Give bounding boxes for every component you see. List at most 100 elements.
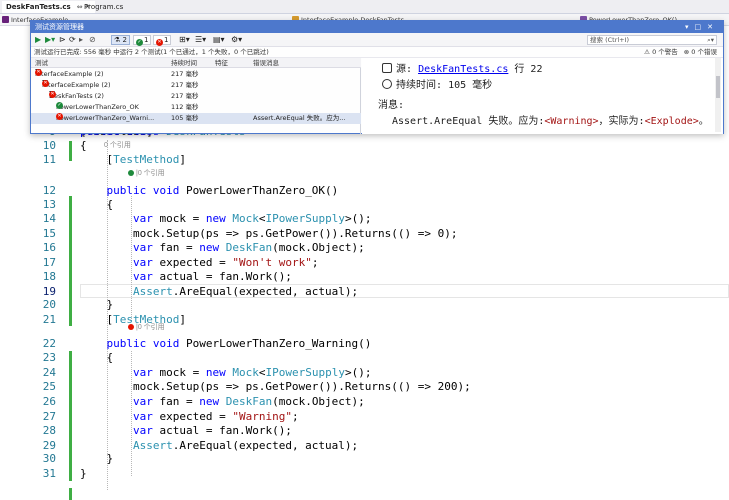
test-row[interactable]: ✕ DeskFanTests (2) 217 毫秒 <box>31 91 361 102</box>
warnings-count[interactable]: ⚠ 0 个警告 <box>644 48 678 56</box>
cancel-icon[interactable]: ⊘ <box>89 35 96 45</box>
column-header-test[interactable]: 测试 <box>35 58 167 68</box>
group-by-icon[interactable]: ⊞▾ <box>179 35 190 45</box>
line-number: 20 <box>42 298 56 311</box>
test-failed-icon: ✕ <box>49 91 56 98</box>
columns-icon[interactable]: ▤▾ <box>213 35 225 45</box>
playlist-icon[interactable]: ☰▾ <box>195 35 206 45</box>
test-row[interactable]: ✕ InterfaceExample (2) 217 毫秒 <box>31 69 361 80</box>
line-number: 10 <box>42 139 56 152</box>
detail-scrollbar[interactable] <box>715 58 721 132</box>
line-number: 15 <box>42 227 56 240</box>
line-number: 17 <box>42 256 56 269</box>
code-line: } <box>80 298 114 311</box>
window-buttons: ▾□✕ <box>685 21 719 33</box>
scrollbar-thumb[interactable] <box>716 76 720 98</box>
test-explorer-window: 测试资源管理器 ▾□✕ ▶ ▶▾ ⊳ ⟳ ▸ ⊘ ⚗ 2 ✓ 1 ✕ 1 ⊞▾ ☰▾… <box>30 20 724 134</box>
test-passed-icon[interactable] <box>128 170 134 176</box>
run-icon[interactable]: ▶▾ <box>45 35 55 45</box>
codelens-references[interactable]: 0 个引用 <box>104 140 131 150</box>
test-duration-cell: 112 毫秒 <box>171 103 199 111</box>
passed-icon: ✓ <box>136 39 143 46</box>
test-failed-icon: ✕ <box>35 69 42 76</box>
warnings-errors: ⚠ 0 个警告 ⊗ 0 个错误 <box>638 47 717 58</box>
search-input[interactable]: 搜索 (Ctrl+I) ⌕▾ <box>587 35 717 45</box>
code-line: mock.Setup(ps => ps.GetPower()).Returns(… <box>80 227 458 240</box>
test-failed-icon: ✕ <box>56 113 63 120</box>
code-line: var mock = new Mock<IPowerSupply>(); <box>132 366 372 379</box>
test-detail-pane: 源: DeskFanTests.cs 行 22 持续时间: 105 毫秒 消息:… <box>362 58 723 134</box>
test-name-cell: ✕ InterfaceExample (2) <box>35 69 104 78</box>
test-duration-cell: 217 毫秒 <box>171 92 199 100</box>
test-explorer-toolbar: ▶ ▶▾ ⊳ ⟳ ▸ ⊘ ⚗ 2 ✓ 1 ✕ 1 ⊞▾ ☰▾ ▤▾ ⚙▾ 搜索 (C… <box>31 33 723 47</box>
line-number: 29 <box>42 439 56 452</box>
repeat-last-run-icon[interactable]: ⟳ <box>69 35 76 45</box>
line-number: 24 <box>42 366 56 379</box>
test-run-summary: 测试运行已完成: 556 毫秒 中运行 2 个测试(1 个已通过，1 个失败，0… <box>31 47 723 58</box>
passed-tests-filter[interactable]: ✓ 1 <box>133 35 152 46</box>
source-file-link[interactable]: DeskFanTests.cs <box>418 64 508 75</box>
errors-count[interactable]: ⊗ 0 个错误 <box>684 48 717 56</box>
code-line: var actual = fan.Work(); <box>132 270 292 283</box>
test-failed-icon[interactable] <box>128 324 134 330</box>
search-icon[interactable]: ⌕▾ <box>707 36 714 44</box>
line-number: 21 <box>42 313 56 326</box>
line-number: 11 <box>42 153 56 166</box>
code-line: [TestMethod] <box>80 153 186 166</box>
code-line: var fan = new DeskFan(mock.Object); <box>132 395 365 408</box>
line-number: 28 <box>42 424 56 437</box>
code-line: var expected = "Warning"; <box>132 410 299 423</box>
line-number: 23 <box>42 351 56 364</box>
detail-source: 源: DeskFanTests.cs 行 22 <box>382 60 542 75</box>
detail-message-label: 消息: <box>378 100 405 111</box>
code-line: var fan = new DeskFan(mock.Object); <box>132 241 365 254</box>
tab-program[interactable]: Program.cs <box>80 1 127 13</box>
code-line: } <box>80 467 87 480</box>
line-number: 30 <box>42 452 56 465</box>
csharp-project-icon <box>2 16 9 23</box>
change-marker <box>69 196 72 326</box>
column-header-error[interactable]: 错误消息 <box>253 58 353 68</box>
test-row[interactable]: ✓ PowerLowerThanZero_OK 112 毫秒 <box>31 102 361 113</box>
line-number: 12 <box>42 184 56 197</box>
failed-tests-filter[interactable]: ✕ 1 <box>153 35 172 46</box>
line-number: 14 <box>42 212 56 225</box>
test-row[interactable]: ✕ PowerLowerThanZero_Warni... 105 毫秒 Assert… <box>31 113 361 124</box>
debug-icon[interactable]: ⊳ <box>59 35 66 45</box>
code-line: Assert.AreEqual(expected, actual); <box>132 285 359 298</box>
code-line: public void PowerLowerThanZero_Warning() <box>106 337 372 350</box>
close-icon[interactable]: ✕ <box>707 23 719 31</box>
line-number: 25 <box>42 380 56 393</box>
failed-icon: ✕ <box>156 39 163 46</box>
run-all-icon[interactable]: ▶ <box>35 35 41 45</box>
line-number: 27 <box>42 410 56 423</box>
change-marker <box>69 488 72 500</box>
codelens-references[interactable]: |0 个引用 <box>128 322 165 332</box>
test-failed-icon: ✕ <box>42 80 49 87</box>
test-name-cell: ✕ InterfaceExample (2) <box>42 80 111 89</box>
document-tab-bar: DeskFanTests.cs ⇔ ✕ Program.cs <box>0 0 729 14</box>
test-passed-icon: ✓ <box>56 102 63 109</box>
test-name-cell: ✕ DeskFanTests (2) <box>49 91 104 100</box>
test-duration-cell: 105 毫秒 <box>171 114 199 122</box>
line-number: 13 <box>42 198 56 211</box>
settings-icon[interactable]: ⚙▾ <box>231 35 242 45</box>
line-number: 19 <box>42 285 56 298</box>
total-tests-filter[interactable]: ⚗ 2 <box>111 35 130 45</box>
minimize-icon[interactable]: ▾ <box>685 23 695 31</box>
source-icon <box>382 63 392 73</box>
column-header-traits[interactable]: 特征 <box>215 58 249 68</box>
test-list: 测试 持续时间 特征 错误消息 ✕ InterfaceExample (2) 217… <box>31 58 361 134</box>
test-row[interactable]: ✕ InterfaceExample (2) 217 毫秒 <box>31 80 361 91</box>
test-explorer-title[interactable]: 测试资源管理器 <box>31 21 723 33</box>
run-failed-icon[interactable]: ▸ <box>79 35 83 45</box>
line-number: 31 <box>42 467 56 480</box>
test-list-header: 测试 持续时间 特征 错误消息 <box>31 58 361 68</box>
restore-icon[interactable]: □ <box>695 23 708 31</box>
detail-duration: 持续时间: 105 毫秒 <box>382 76 492 91</box>
column-header-duration[interactable]: 持续时间 <box>171 58 211 68</box>
codelens-references[interactable]: |0 个引用 <box>128 168 165 178</box>
detail-message: Assert.AreEqual 失败。应为:<Warning>，实际为:<Exp… <box>392 116 709 127</box>
code-line: { <box>80 351 114 364</box>
line-number: 16 <box>42 241 56 254</box>
